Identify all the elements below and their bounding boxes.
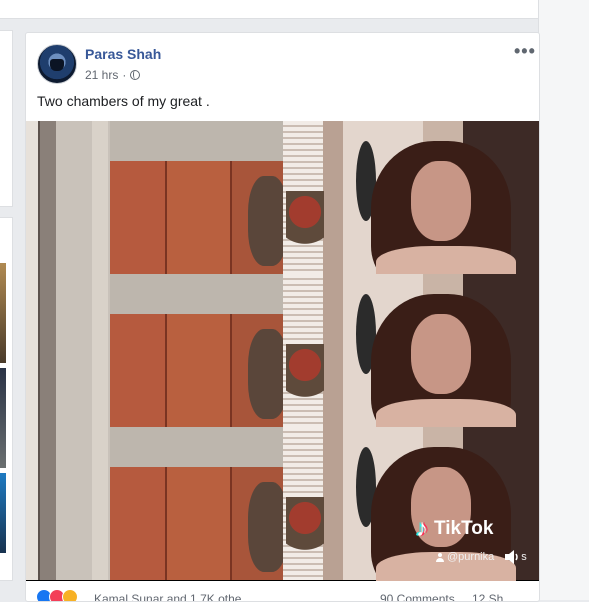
handle-text: @purnika bbox=[447, 551, 495, 563]
right-column bbox=[538, 0, 589, 600]
left-column-card bbox=[0, 30, 13, 207]
person-icon bbox=[436, 552, 444, 562]
handle-suffix: s bbox=[521, 551, 527, 563]
left-column-thumbnails bbox=[0, 217, 13, 581]
video-frame bbox=[26, 274, 539, 427]
meta-separator: · bbox=[122, 68, 127, 82]
author-name[interactable]: Paras Shah bbox=[85, 46, 161, 62]
speaker-icon[interactable] bbox=[503, 548, 521, 566]
post-meta: 21 hrs · bbox=[85, 68, 141, 82]
globe-icon[interactable] bbox=[130, 70, 141, 80]
share-count[interactable]: 12 Sh bbox=[472, 592, 503, 601]
thumbnail[interactable] bbox=[0, 368, 6, 468]
video-player[interactable]: ♪ TikTok @purnika s bbox=[26, 121, 539, 581]
thumbnail[interactable] bbox=[0, 263, 6, 363]
comment-count[interactable]: 90 Comments bbox=[380, 592, 455, 601]
tiktok-watermark: ♪ TikTok bbox=[416, 515, 493, 543]
previous-post-card bbox=[0, 0, 538, 19]
thumbnail[interactable] bbox=[0, 473, 6, 553]
post-text: Two chambers of my great . bbox=[37, 93, 210, 109]
post-card: Paras Shah 21 hrs · ••• Two chambers of … bbox=[25, 32, 540, 602]
avatar[interactable] bbox=[37, 44, 77, 84]
more-icon[interactable]: ••• bbox=[514, 41, 536, 62]
reaction-count[interactable]: Kamal Sunar and 1.7K othe bbox=[94, 592, 241, 601]
video-frame bbox=[26, 121, 539, 274]
tiktok-label: TikTok bbox=[434, 518, 494, 539]
reaction-icons[interactable] bbox=[36, 589, 78, 601]
tiktok-icon: ♪ bbox=[416, 515, 428, 542]
haha-icon bbox=[62, 589, 78, 601]
post-time[interactable]: 21 hrs bbox=[85, 68, 118, 82]
